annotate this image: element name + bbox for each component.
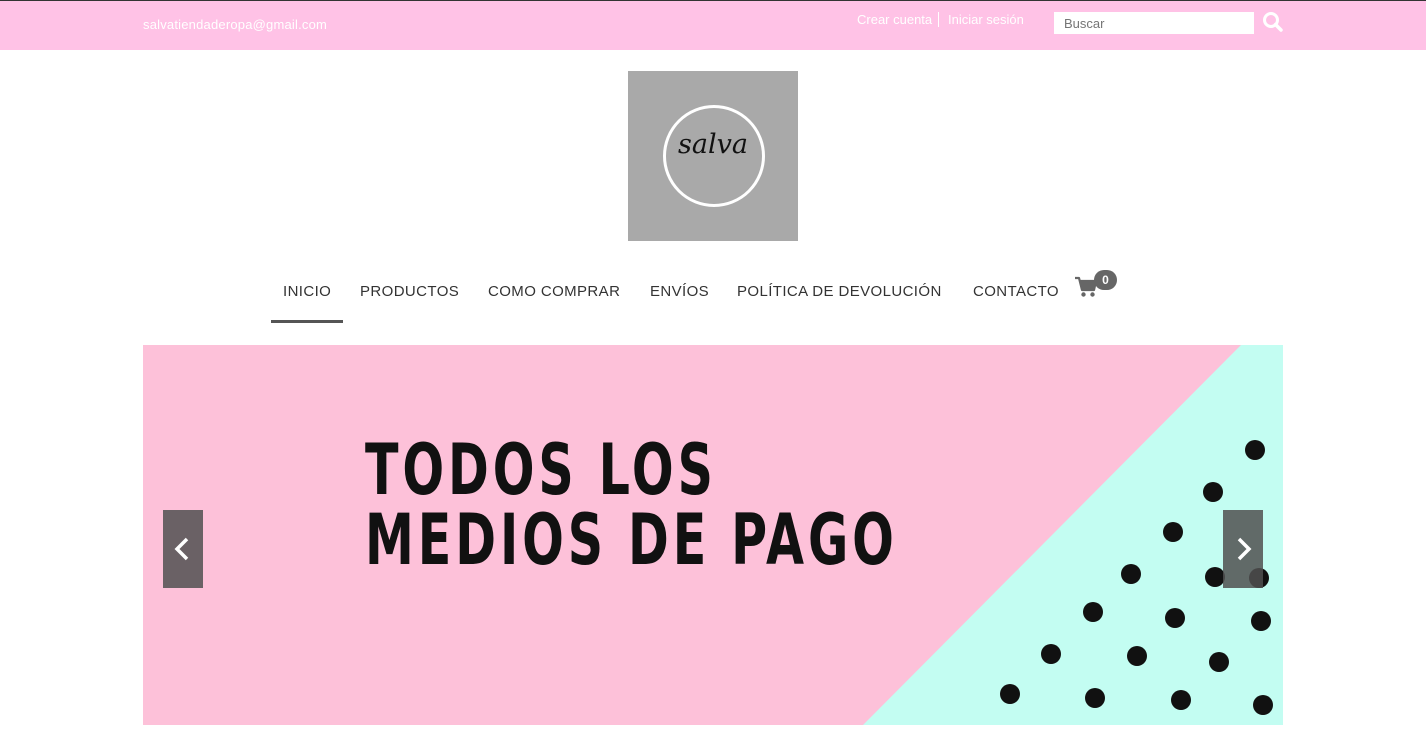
slider-prev-button[interactable] bbox=[163, 510, 203, 588]
nav-item-inicio[interactable]: INICIO bbox=[271, 283, 344, 323]
nav-item-contacto[interactable]: CONTACTO bbox=[973, 283, 1059, 300]
nav-item-envios[interactable]: ENVÍOS bbox=[650, 283, 709, 300]
main-nav: INICIO PRODUCTOS COMO COMPRAR ENVÍOS POL… bbox=[0, 270, 1426, 323]
logo-text: salva bbox=[678, 129, 748, 160]
nav-item-productos[interactable]: PRODUCTOS bbox=[360, 283, 459, 300]
chevron-left-icon bbox=[174, 537, 189, 561]
slider-next-button[interactable] bbox=[1223, 510, 1263, 588]
create-account-link[interactable]: Crear cuenta bbox=[857, 12, 940, 27]
store-logo[interactable]: salva bbox=[628, 71, 798, 241]
hero-line-2: MEDIOS DE PAGO bbox=[365, 499, 898, 581]
search-icon[interactable] bbox=[1262, 11, 1286, 35]
nav-item-como-comprar[interactable]: COMO COMPRAR bbox=[488, 283, 620, 300]
top-bar: salvatiendaderopa@gmail.com Crear cuenta… bbox=[0, 0, 1426, 50]
search-input[interactable] bbox=[1054, 12, 1254, 34]
hero-headline: TODOS LOS MEDIOS DE PAGO bbox=[365, 435, 898, 575]
contact-email-link[interactable]: salvatiendaderopa@gmail.com bbox=[143, 17, 327, 32]
chevron-right-icon bbox=[1237, 537, 1252, 561]
nav-item-politica-devolucion[interactable]: POLÍTICA DE DEVOLUCIÓN bbox=[737, 283, 942, 300]
cart-count-badge: 0 bbox=[1094, 270, 1117, 290]
login-link[interactable]: Iniciar sesión bbox=[948, 12, 1024, 27]
hero-slider: TODOS LOS MEDIOS DE PAGO bbox=[143, 345, 1283, 725]
